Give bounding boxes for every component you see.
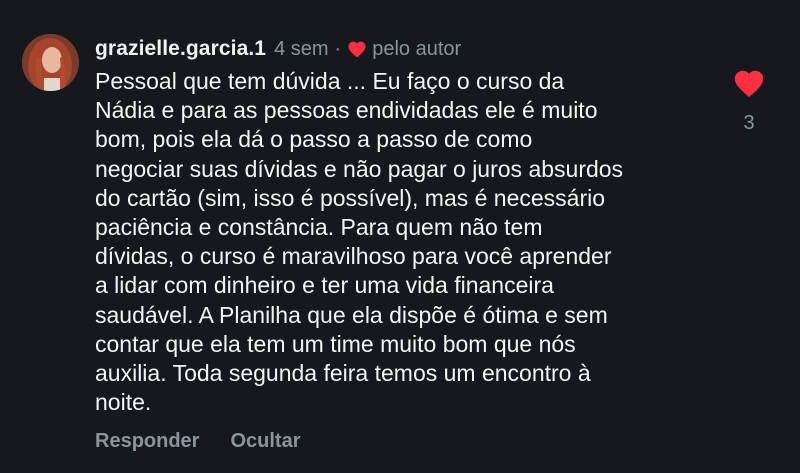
avatar[interactable] [22,34,79,91]
comment-body-line: Nádia e para as pessoas endividadas ele … [95,97,598,124]
comment: grazielle.garcia.1 4 sem · pelo autor Pe… [0,0,800,473]
separator-dot: · [334,37,342,60]
comment-body-line: contar que ela tem um time muito bom que… [95,330,576,357]
comment-body-line: paciência e constância. Para quem não te… [95,214,543,241]
comment-time: 4 sem [274,37,329,60]
comment-header: grazielle.garcia.1 4 sem · pelo autor [95,34,461,64]
hide-button[interactable]: Ocultar [230,430,300,453]
username-link[interactable]: grazielle.garcia.1 [95,37,266,61]
heart-icon[interactable] [730,68,768,98]
comment-body-line: bom, pois ela dá o passo a passo de como [95,126,533,153]
heart-icon [347,40,367,58]
comment-body-line: a lidar com dinheiro e ter uma vida fina… [95,272,554,299]
comment-body-line: dívidas, o curso é maravilhoso para você… [95,243,612,270]
reply-button[interactable]: Responder [95,430,199,453]
comment-body-line: noite. [95,389,152,416]
comment-body-line: auxilia. Toda segunda feira temos um enc… [95,360,591,387]
comment-body-line: saudável. A Planilha que ela dispõe é ót… [95,301,608,328]
comment-body: Pessoal que tem dúvida ... Eu faço o cur… [95,67,715,417]
comment-body-line: do cartão (sim, isso é possível), mas é … [95,184,606,211]
like-button[interactable]: 3 [730,68,768,138]
like-count: 3 [743,112,755,134]
comment-body-line: negociar suas dívidas e não pagar o juro… [95,155,624,182]
comment-actions: Responder Ocultar [95,426,332,456]
comment-body-line: Pessoal que tem dúvida ... Eu faço o cur… [95,68,565,94]
author-liked-label: pelo autor [372,37,462,60]
